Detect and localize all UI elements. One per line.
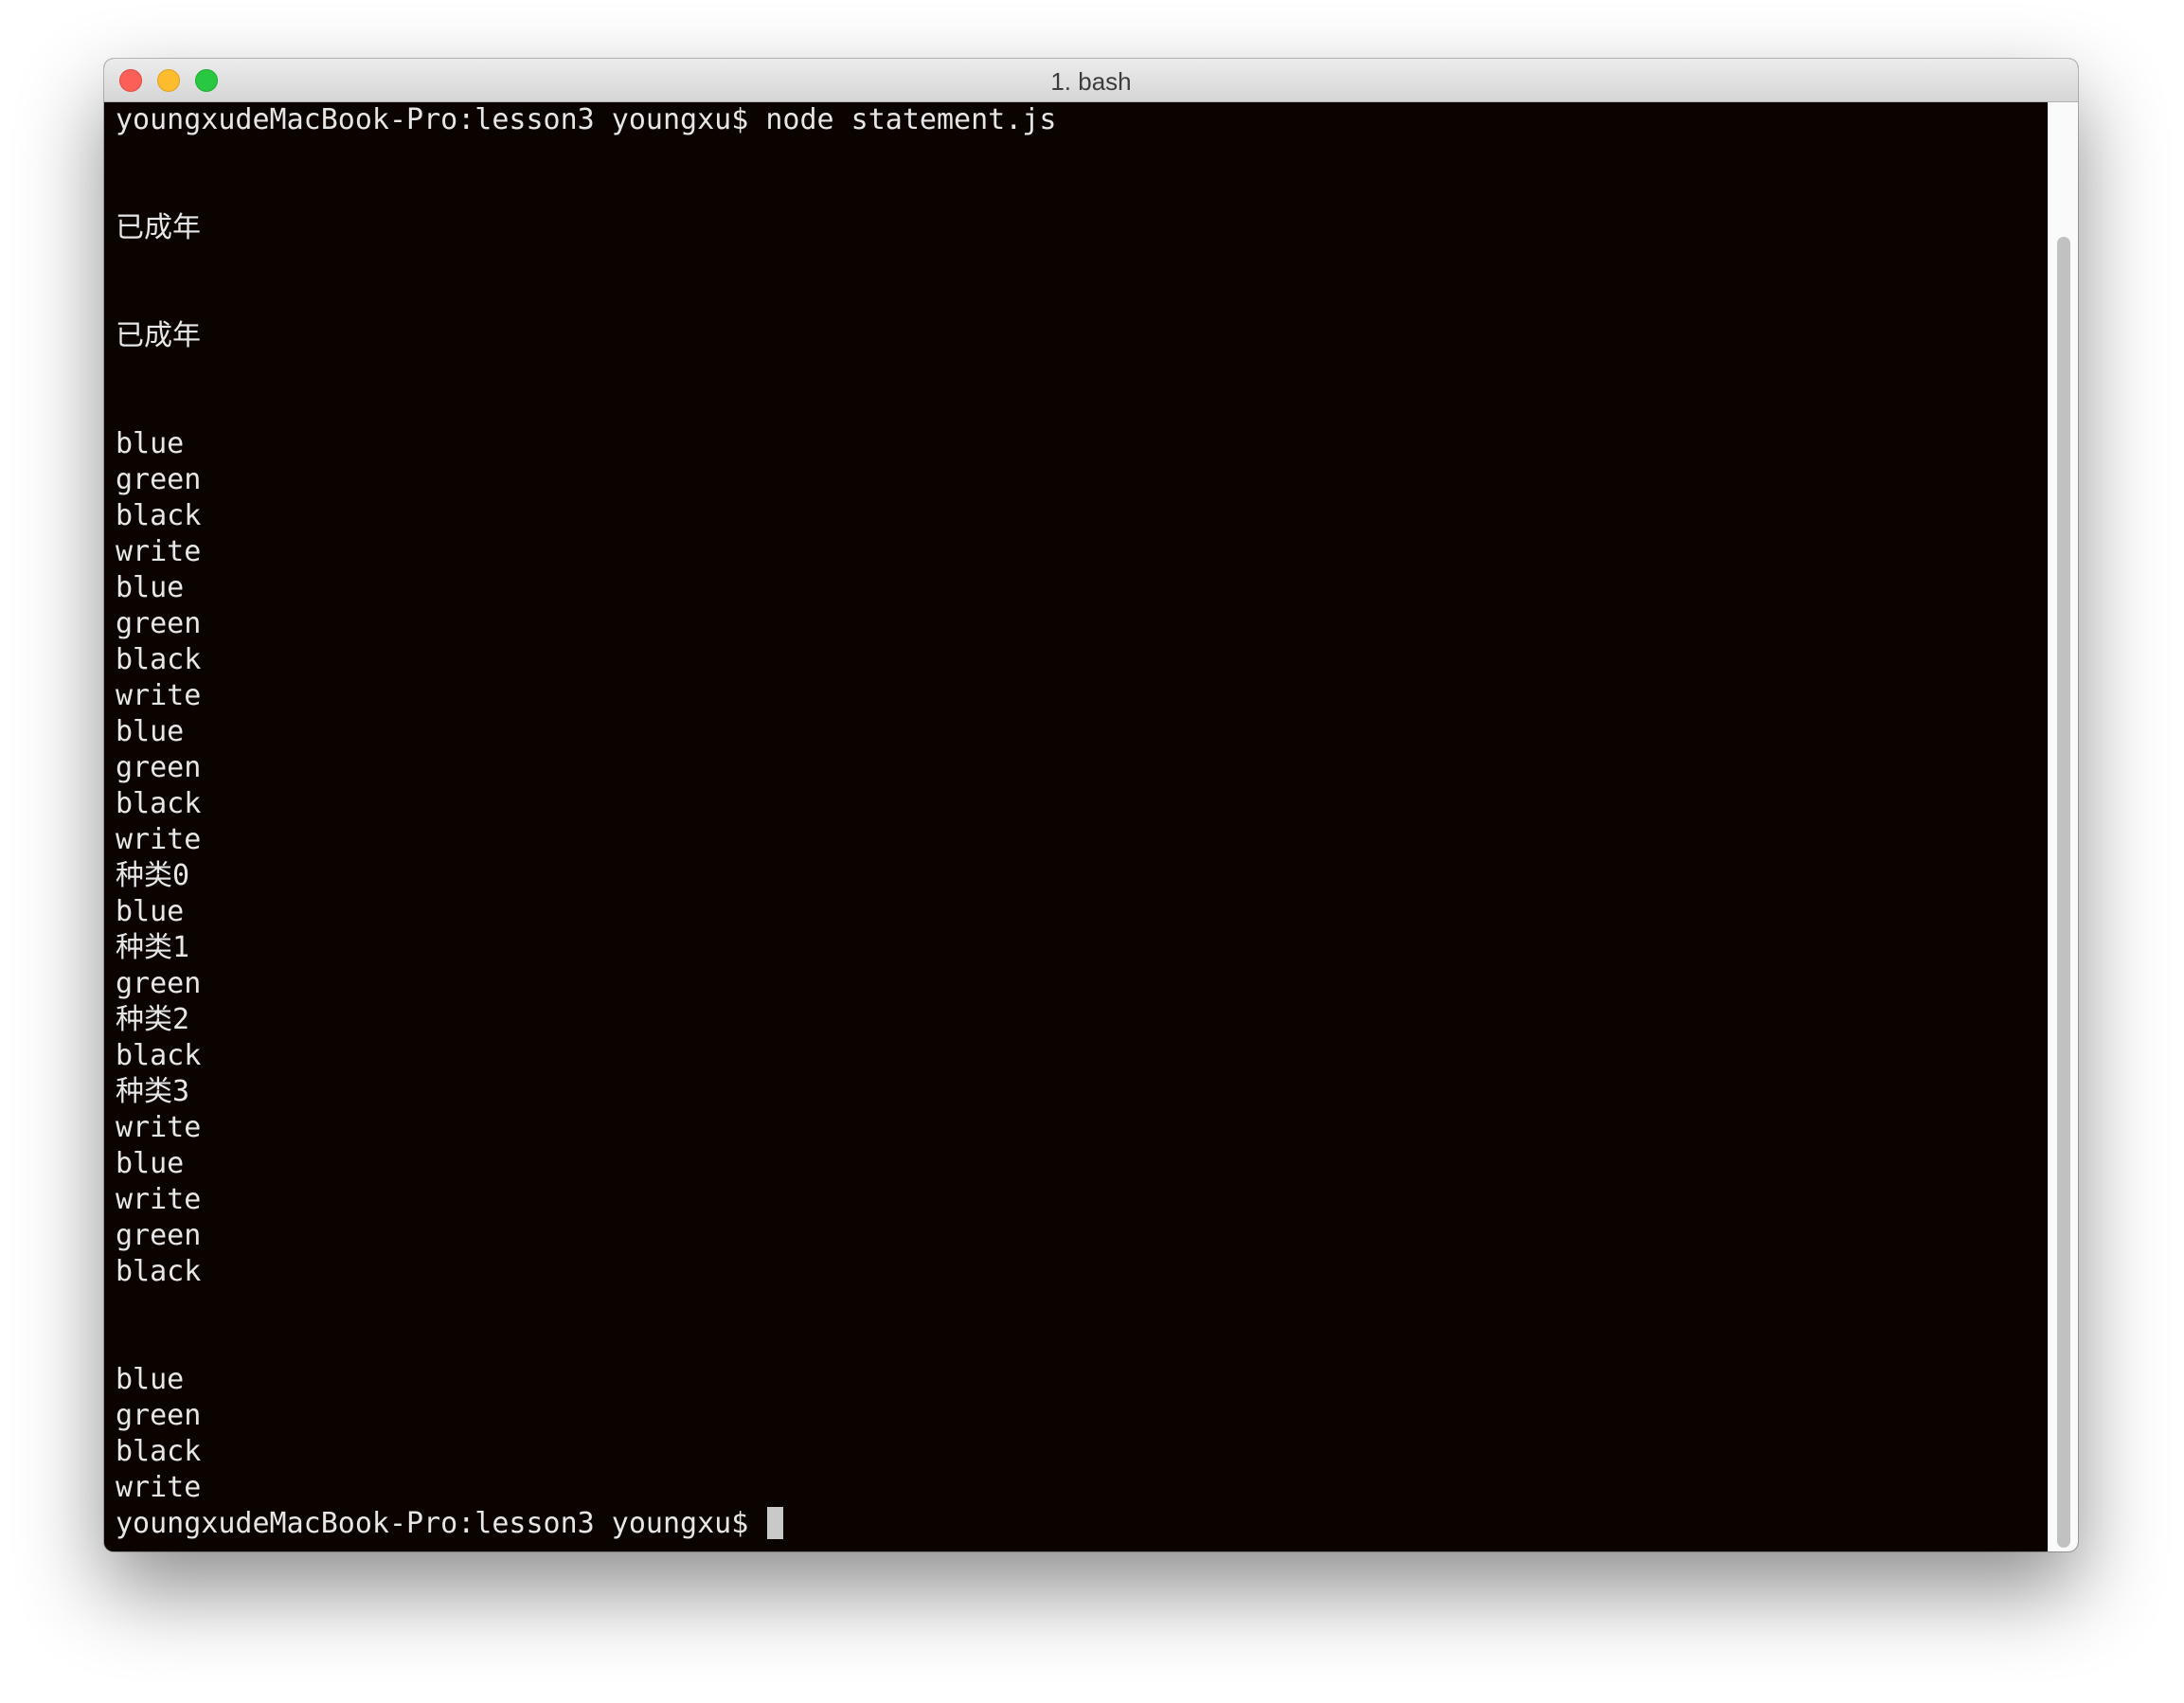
output-line: green bbox=[116, 1219, 202, 1252]
prompt-text: youngxudeMacBook-Pro:lesson3 youngxu$ bbox=[116, 1507, 766, 1540]
output-line: 种类0 bbox=[116, 859, 190, 892]
output-line: blue bbox=[116, 715, 185, 748]
output-line: black bbox=[116, 1255, 202, 1288]
output-line: green bbox=[116, 463, 202, 496]
output-line: blue bbox=[116, 427, 185, 460]
output-line: 已成年 bbox=[116, 319, 201, 352]
vertical-scrollbar[interactable] bbox=[2048, 102, 2078, 1551]
output-line: black bbox=[116, 643, 202, 676]
output-line: 种类1 bbox=[116, 931, 190, 964]
output-line: green bbox=[116, 967, 202, 1000]
output-line: write bbox=[116, 1471, 202, 1504]
output-lines: 已成年 已成年 blue green black write blue green black w… bbox=[116, 138, 2048, 1506]
output-line: black bbox=[116, 499, 202, 532]
output-line: blue bbox=[116, 1363, 185, 1396]
output-line: write bbox=[116, 1111, 202, 1144]
output-line: 种类2 bbox=[116, 1003, 190, 1036]
output-line: 已成年 bbox=[116, 211, 201, 244]
prompt-line: youngxudeMacBook-Pro:lesson3 youngxu$ bbox=[116, 1506, 2048, 1542]
text-cursor bbox=[767, 1506, 784, 1539]
output-line: blue bbox=[116, 571, 185, 604]
output-line: write bbox=[116, 679, 202, 712]
title-bar[interactable]: 1. bash bbox=[104, 59, 2078, 102]
output-line: black bbox=[116, 787, 202, 820]
window-title: 1. bash bbox=[1050, 67, 1132, 96]
output-line: blue bbox=[116, 895, 185, 928]
output-line: 种类3 bbox=[116, 1075, 190, 1108]
output-line: blue bbox=[116, 1147, 185, 1180]
output-line: black bbox=[116, 1435, 202, 1468]
output-line: black bbox=[116, 1039, 202, 1072]
output-line: write bbox=[116, 1183, 202, 1216]
terminal-window: 1. bash youngxudeMacBook-Pro:lesson3 you… bbox=[104, 59, 2078, 1551]
output-line: green bbox=[116, 751, 202, 784]
scrollbar-thumb[interactable] bbox=[2057, 237, 2070, 1548]
output-line: write bbox=[116, 535, 202, 568]
output-line: green bbox=[116, 1399, 202, 1432]
output-line: green bbox=[116, 607, 202, 640]
output-line: write bbox=[116, 823, 202, 856]
terminal-output-area[interactable]: youngxudeMacBook-Pro:lesson3 youngxu$ no… bbox=[104, 102, 2048, 1551]
command-line: youngxudeMacBook-Pro:lesson3 youngxu$ no… bbox=[116, 103, 1057, 136]
